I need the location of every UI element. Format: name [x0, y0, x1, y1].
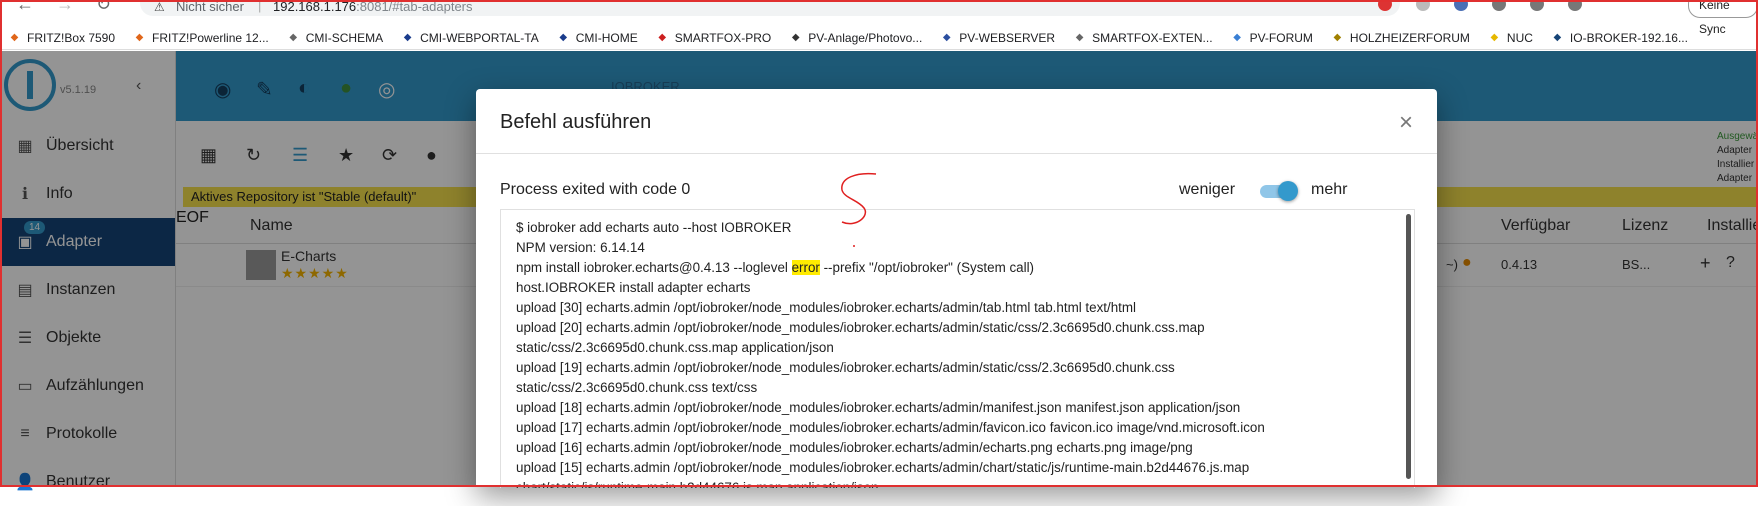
sidebar-icon[interactable] [1568, 0, 1582, 11]
browser-toolbar: ← → ↻ ⚠ Nicht sicher | 192.168.1.176:808… [0, 0, 1758, 36]
log-line: upload [15] echarts.admin /opt/iobroker/… [516, 460, 1250, 475]
bookmark-item[interactable]: ◆ PV-WEBSERVER [940, 31, 1055, 45]
log-line: upload [16] echarts.admin /opt/iobroker/… [516, 440, 1193, 455]
toggle-thumb[interactable] [1278, 181, 1298, 201]
pv-forum-icon: ◆ [1233, 32, 1241, 43]
url-rest: :8081/#tab-adapters [356, 0, 473, 14]
bookmark-label: HOLZHEIZERFORUM [1349, 30, 1470, 45]
bookmark-label: IO-BROKER-192.16... [1569, 30, 1688, 45]
log-line: static/css/2.3c6695d0.chunk.css text/css [516, 380, 758, 395]
reading-list-icon[interactable] [1530, 0, 1544, 11]
bookmark-label: PV-WEBSERVER [959, 30, 1056, 45]
ta-icon: ◆ [559, 32, 568, 43]
dialog-title: Befehl ausführen [500, 111, 652, 133]
bookmark-label: NUC [1506, 30, 1533, 45]
bookmark-label: PV-Anlage/Photovo... [808, 30, 923, 45]
close-icon[interactable]: × [1399, 109, 1413, 137]
bookmark-item[interactable]: ◆ NUC [1488, 31, 1533, 45]
bookmark-item[interactable]: ◆ CMI-HOME [557, 30, 638, 45]
command-log[interactable]: $ iobroker add echarts auto --host IOBRO… [500, 209, 1415, 488]
url-text[interactable]: 192.168.1.176:8081/#tab-adapters [273, 0, 473, 14]
log-line: static/css/2.3c6695d0.chunk.css.map appl… [516, 340, 834, 355]
address-bar[interactable]: ⚠ Nicht sicher | 192.168.1.176:8081/#tab… [140, 0, 1400, 16]
process-status: Process exited with code 0 [500, 181, 691, 198]
bookmark-item[interactable]: ◆ CMI-SCHEMA [287, 31, 383, 45]
page-icon: ◆ [289, 32, 298, 43]
bookmark-label: CMI-SCHEMA [305, 30, 384, 45]
separator: | [258, 0, 262, 13]
bookmark-label: CMI-WEBPORTAL-TA [420, 30, 539, 45]
extension-icon[interactable] [1454, 0, 1468, 11]
back-icon[interactable]: ← [16, 0, 34, 15]
bookmark-label: SMARTFOX-EXTEN... [1092, 30, 1213, 45]
pv-icon: ◆ [942, 32, 951, 43]
log-line: upload [17] echarts.admin /opt/iobroker/… [516, 420, 1265, 435]
detail-toggle[interactable] [1258, 180, 1298, 202]
log-line: host.IOBROKER install adapter echarts [516, 280, 751, 295]
bookmark-label: SMARTFOX-PRO [674, 30, 772, 45]
page-icon: ◆ [1075, 32, 1084, 43]
bookmark-item[interactable]: ◆ SMARTFOX-PRO [656, 31, 771, 45]
extension-icons [1378, 0, 1582, 11]
warning-icon: ⚠ [154, 0, 165, 14]
log-line: upload [18] echarts.admin /opt/iobroker/… [516, 400, 1241, 415]
log-line: upload [19] echarts.admin /opt/iobroker/… [516, 360, 1175, 375]
log-text: --prefix "/opt/iobroker" (System call) [819, 260, 1035, 275]
bookmark-item[interactable]: ◆ FRITZ!Powerline 12... [133, 31, 269, 45]
bookmark-label: FRITZ!Powerline 12... [152, 30, 269, 45]
smartfox-icon: ◆ [658, 32, 667, 43]
plus-circle-icon: ◆ [791, 32, 800, 43]
iobroker-icon: ◆ [1553, 32, 1562, 43]
log-line: upload [30] echarts.admin /opt/iobroker/… [516, 300, 1137, 315]
extension-icon[interactable] [1378, 0, 1392, 11]
bookmark-item[interactable]: ◆ HOLZHEIZERFORUM [1331, 31, 1470, 45]
log-scrollbar[interactable] [1406, 214, 1411, 479]
bookmarks-bar: ◆ FRITZ!Box 7590 ◆ FRITZ!Powerline 12... ◆ CM… [0, 26, 1758, 50]
bookmark-item[interactable]: ◆ CMI-WEBPORTAL-TA [401, 31, 539, 45]
log-highlight: error [791, 260, 820, 275]
bookmark-item[interactable]: ◆ IO-BROKER-192.16... [1551, 31, 1688, 45]
more-label: mehr [1311, 181, 1348, 198]
less-label: weniger [1179, 181, 1236, 198]
ta-icon: ◆ [403, 32, 412, 43]
holz-icon: ◆ [1333, 32, 1342, 43]
bookmark-item[interactable]: ◆ SMARTFOX-EXTEN... [1073, 30, 1213, 45]
bookmark-item[interactable]: ◆ FRITZ!Box 7590 [8, 31, 115, 45]
log-text: npm install iobroker.echarts@0.4.13 --lo… [516, 260, 792, 275]
folder-icon: ◆ [1490, 32, 1499, 43]
log-line: upload [20] echarts.admin /opt/iobroker/… [516, 320, 1205, 335]
bookmark-item[interactable]: ◆ PV-FORUM [1231, 31, 1313, 45]
bookmark-label: FRITZ!Box 7590 [27, 30, 116, 45]
command-dialog: Befehl ausführen × Process exited with c… [476, 89, 1437, 488]
red-scribble [841, 172, 877, 247]
url-host: 192.168.1.176 [273, 0, 357, 14]
puzzle-icon[interactable] [1492, 0, 1506, 11]
bookmark-label: PV-FORUM [1249, 30, 1313, 45]
divider [476, 153, 1437, 154]
extension-icon[interactable] [1416, 0, 1430, 11]
log-lines: $ iobroker add echarts auto --host IOBRO… [516, 218, 1265, 488]
profile-button[interactable]: Keine Sync [1688, 0, 1758, 36]
bookmark-label: CMI-HOME [575, 30, 638, 45]
reload-icon[interactable]: ↻ [96, 0, 111, 15]
fritz-icon: ◆ [10, 32, 19, 43]
bookmark-item[interactable]: ◆ PV-Anlage/Photovo... [789, 31, 922, 45]
fritz-icon: ◆ [135, 32, 144, 43]
log-line: npm install iobroker.echarts@0.4.13 --lo… [516, 258, 1265, 278]
security-label: Nicht sicher [176, 0, 244, 14]
forward-icon[interactable]: → [56, 0, 74, 15]
